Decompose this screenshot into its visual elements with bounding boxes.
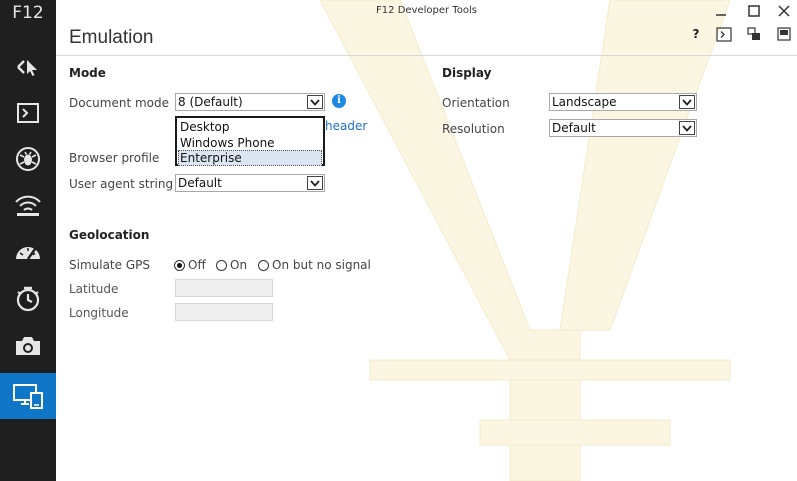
dropdown-option-desktop[interactable]: Desktop (178, 119, 322, 135)
chevron-down-icon (307, 95, 323, 109)
emulation-icon (13, 384, 43, 409)
header-link[interactable]: header (325, 119, 367, 133)
browser-profile-label: Browser profile (69, 151, 160, 165)
close-icon (778, 5, 790, 17)
gps-radio-off-label: Off (188, 258, 206, 272)
window-title: F12 Developer Tools (376, 5, 477, 16)
console-toggle-button[interactable] (714, 25, 734, 43)
sidebar-item-profiler[interactable] (0, 323, 56, 369)
dom-explorer-icon (17, 60, 37, 76)
performance-icon (16, 247, 40, 260)
user-agent-value: Default (178, 176, 222, 190)
latitude-label: Latitude (69, 282, 119, 296)
resolution-value: Default (552, 121, 596, 135)
info-icon[interactable]: i (332, 94, 346, 108)
sidebar-item-console[interactable] (0, 90, 56, 136)
radio-unchecked-icon (258, 259, 269, 271)
geolocation-heading: Geolocation (69, 228, 150, 242)
minimize-button[interactable] (711, 2, 731, 20)
longitude-input[interactable] (175, 303, 273, 321)
longitude-label: Longitude (69, 306, 129, 320)
simulate-gps-label: Simulate GPS (69, 258, 150, 272)
f12-label: F12 (12, 3, 44, 23)
radio-checked-icon (174, 259, 185, 271)
pin-icon (777, 27, 791, 41)
pin-button[interactable] (774, 25, 794, 43)
browser-profile-dropdown[interactable]: Desktop Windows Phone Enterprise (175, 116, 325, 166)
latitude-input[interactable] (175, 279, 273, 297)
chevron-down-icon (307, 176, 323, 190)
document-mode-value: 8 (Default) (178, 95, 243, 109)
document-mode-label: Document mode (69, 96, 170, 110)
orientation-label: Orientation (442, 96, 510, 110)
chevron-down-icon (679, 121, 695, 135)
help-button[interactable]: ? (686, 25, 706, 43)
page-title: Emulation (69, 27, 154, 48)
resolution-label: Resolution (442, 122, 505, 136)
sidebar-item-dom-explorer[interactable] (0, 44, 56, 90)
user-agent-select[interactable]: Default (175, 174, 325, 192)
watermark-logo (319, 0, 731, 481)
console-icon (17, 103, 39, 123)
gps-radio-on-label: On (230, 258, 248, 272)
gps-radio-on[interactable]: On (216, 258, 247, 272)
debugger-icon (16, 147, 40, 171)
minimize-icon (716, 14, 726, 16)
resolution-select[interactable]: Default (549, 119, 697, 137)
dropdown-option-windows-phone[interactable]: Windows Phone (178, 135, 322, 151)
radio-unchecked-icon (216, 259, 227, 271)
undock-icon (747, 27, 760, 40)
user-agent-label: User agent string (69, 177, 174, 191)
console-icon (716, 26, 732, 42)
document-mode-select[interactable]: 8 (Default) (175, 93, 325, 111)
orientation-select[interactable]: Landscape (549, 93, 697, 111)
sidebar-item-network[interactable] (0, 182, 56, 228)
sidebar-item-emulation[interactable] (0, 373, 56, 419)
sidebar-item-performance[interactable] (0, 228, 56, 274)
maximize-icon (748, 5, 760, 17)
gps-radio-no-signal-label: On but no signal (272, 258, 371, 272)
camera-icon (16, 337, 40, 355)
undock-button[interactable] (744, 25, 764, 43)
orientation-value: Landscape (552, 95, 617, 109)
gps-radio-off[interactable]: Off (174, 258, 206, 272)
close-button[interactable] (774, 2, 794, 20)
title-divider (56, 55, 797, 56)
dropdown-option-enterprise[interactable]: Enterprise (178, 150, 322, 166)
sidebar-item-debugger[interactable] (0, 136, 56, 182)
gps-radio-no-signal[interactable]: On but no signal (258, 258, 371, 272)
network-icon (15, 195, 41, 216)
display-heading: Display (442, 66, 492, 80)
tool-sidebar: F12 (0, 0, 56, 481)
maximize-button[interactable] (744, 2, 764, 20)
mode-heading: Mode (69, 66, 106, 80)
chevron-down-icon (679, 95, 695, 109)
sidebar-item-memory[interactable] (0, 276, 56, 322)
memory-icon (16, 286, 40, 312)
